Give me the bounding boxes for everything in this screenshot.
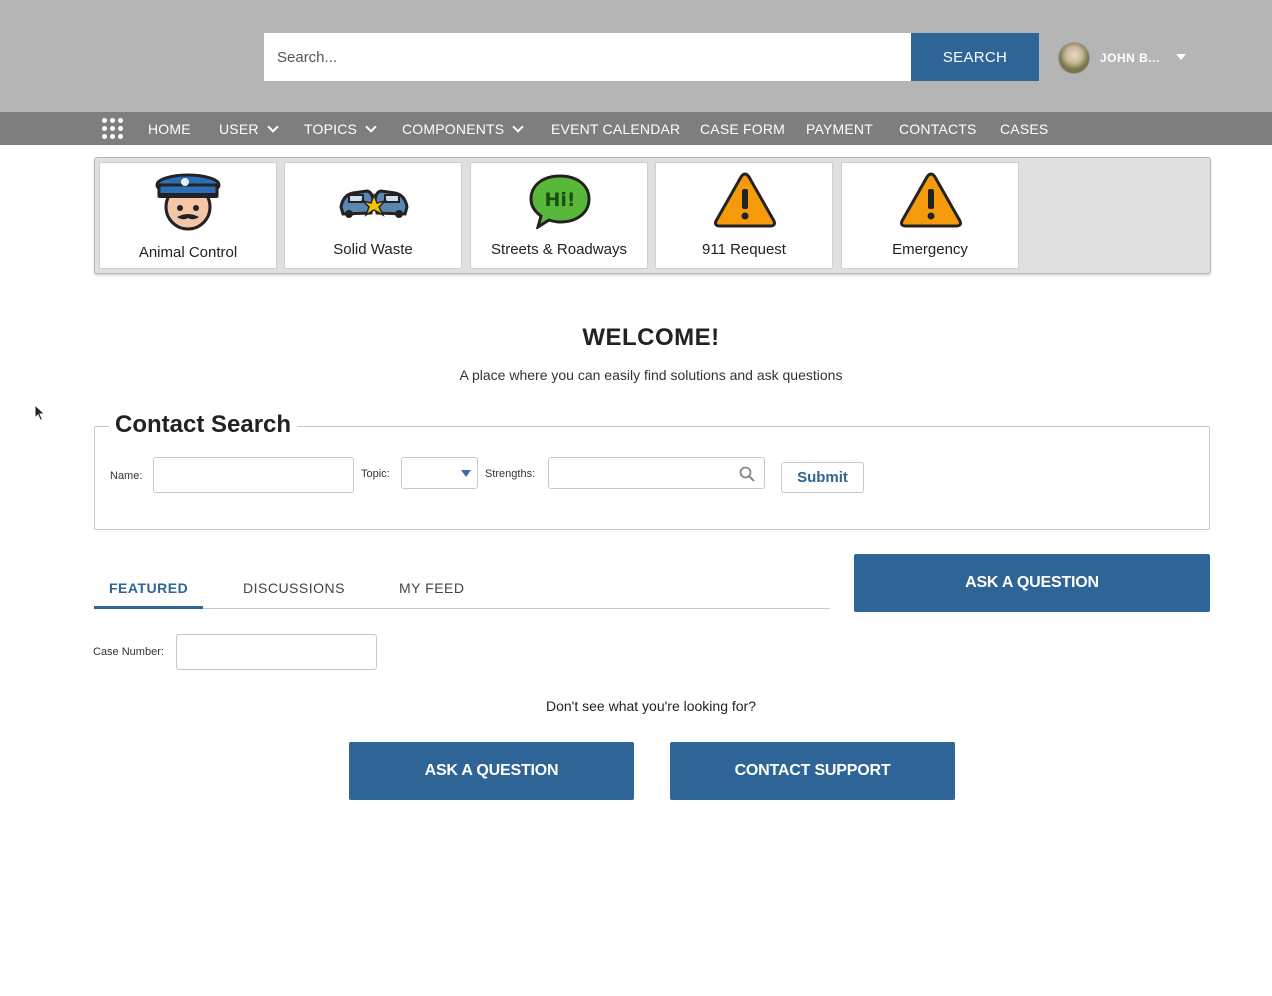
contact-support-button[interactable]: CONTACT SUPPORT xyxy=(670,742,955,800)
police-officer-icon xyxy=(155,173,221,231)
search-input[interactable] xyxy=(264,33,911,81)
nav-topics-label: TOPICS xyxy=(304,121,358,137)
tile-label: Emergency xyxy=(892,241,968,258)
nav-event-calendar[interactable]: EVENT CALENDAR xyxy=(551,121,680,137)
nav-cases-label: CASES xyxy=(1000,121,1049,137)
topic-label: Topic: xyxy=(361,468,390,480)
tabs-divider xyxy=(94,608,830,609)
nav-contacts[interactable]: CONTACTS xyxy=(899,121,977,137)
nav-user[interactable]: USER xyxy=(219,120,279,137)
welcome-title: WELCOME! xyxy=(582,324,720,351)
chevron-down-icon xyxy=(512,120,525,133)
user-menu-caret-icon[interactable] xyxy=(1176,54,1186,60)
tab-discussions[interactable]: DISCUSSIONS xyxy=(243,580,345,596)
mouse-cursor-icon xyxy=(34,404,46,422)
nav-payment-label: PAYMENT xyxy=(806,121,873,137)
contact-search-legend: Contact Search xyxy=(109,411,298,439)
nav-cases[interactable]: CASES xyxy=(1000,121,1048,137)
nav-user-label: USER xyxy=(219,121,259,137)
welcome-subtitle: A place where you can easily find soluti… xyxy=(459,367,843,383)
nav-payment[interactable]: PAYMENT xyxy=(806,121,873,137)
nav-home-label: HOME xyxy=(148,121,191,137)
nav-case-form-label: CASE FORM xyxy=(700,121,786,137)
name-label: Name: xyxy=(110,470,143,482)
nav-event-calendar-label: EVENT CALENDAR xyxy=(551,121,681,137)
tile-911-request[interactable]: 911 Request xyxy=(655,162,833,269)
tile-solid-waste[interactable]: Solid Waste xyxy=(284,162,462,269)
search-icon xyxy=(739,466,755,482)
tile-label: Solid Waste xyxy=(333,241,413,258)
chevron-down-icon xyxy=(267,120,279,133)
help-prompt: Don't see what you're looking for? xyxy=(545,698,757,714)
speech-bubble-hi-icon: Hi! xyxy=(529,174,591,229)
tab-my-feed[interactable]: MY FEED xyxy=(399,580,464,596)
ask-question-button[interactable]: ASK A QUESTION xyxy=(349,742,634,800)
car-crash-icon xyxy=(339,189,409,218)
nav-components-label: COMPONENTS xyxy=(402,121,505,137)
active-tab-indicator xyxy=(94,606,203,609)
tile-label: 911 Request xyxy=(702,241,786,258)
ask-question-button-top[interactable]: ASK A QUESTION xyxy=(854,554,1210,612)
nav-home[interactable]: HOME xyxy=(148,121,191,137)
svg-text:Hi!: Hi! xyxy=(544,189,575,211)
topic-select[interactable] xyxy=(401,457,478,489)
chevron-down-icon xyxy=(365,120,377,133)
user-avatar[interactable] xyxy=(1058,42,1090,74)
nav-components[interactable]: COMPONENTS xyxy=(402,120,525,137)
name-input[interactable] xyxy=(153,457,354,493)
nav-topics[interactable]: TOPICS xyxy=(304,120,377,137)
search-button[interactable]: SEARCH xyxy=(911,33,1039,81)
tile-emergency[interactable]: Emergency xyxy=(841,162,1019,269)
app-launcher-icon[interactable] xyxy=(102,118,124,140)
submit-button[interactable]: Submit xyxy=(781,462,864,493)
case-number-input[interactable] xyxy=(176,634,377,670)
dropdown-caret-icon xyxy=(461,470,471,477)
warning-icon xyxy=(900,172,962,228)
warning-icon xyxy=(714,172,776,228)
strengths-input[interactable] xyxy=(548,457,765,489)
user-name[interactable]: JOHN B... xyxy=(1100,51,1160,65)
tile-streets-roadways[interactable]: Hi! Streets & Roadways xyxy=(470,162,648,269)
tab-featured[interactable]: FEATURED xyxy=(109,580,188,596)
nav-case-form[interactable]: CASE FORM xyxy=(700,121,785,137)
tile-animal-control[interactable]: Animal Control xyxy=(99,162,277,269)
tile-label: Animal Control xyxy=(138,244,238,261)
nav-contacts-label: CONTACTS xyxy=(899,121,977,137)
tile-label: Streets & Roadways xyxy=(491,241,627,258)
case-number-label: Case Number: xyxy=(93,646,164,658)
strengths-label: Strengths: xyxy=(485,468,536,480)
